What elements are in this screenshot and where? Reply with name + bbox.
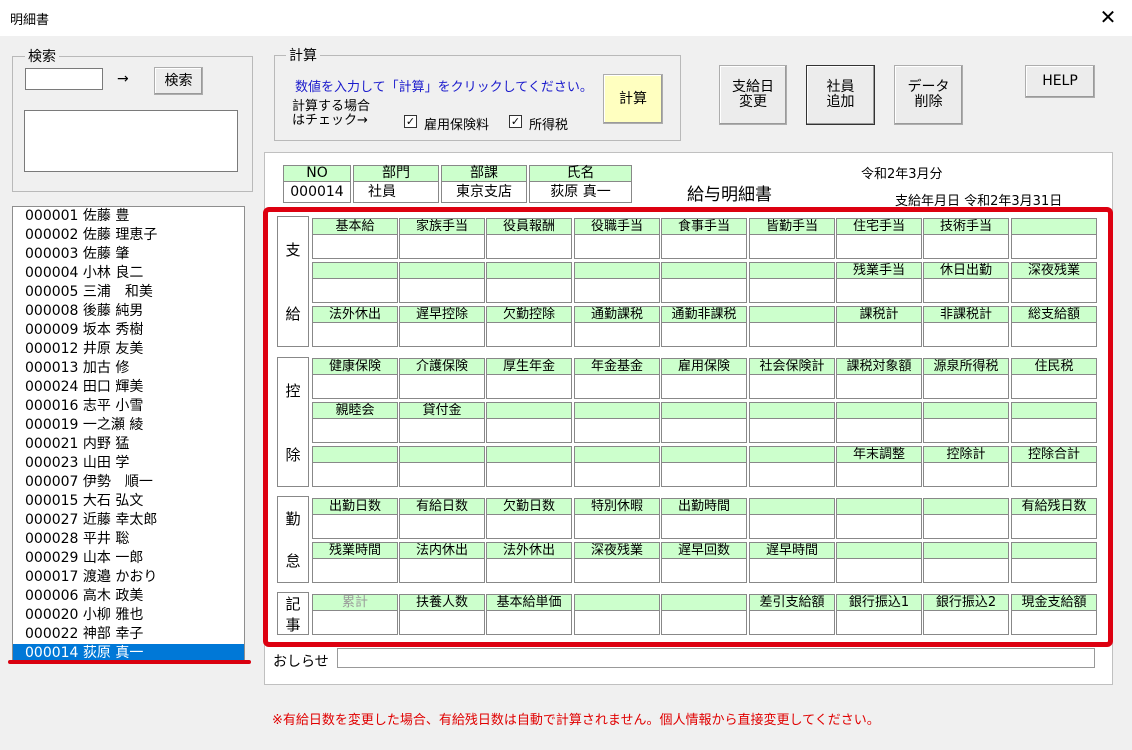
title-bar — [0, 0, 1132, 36]
employee-list-item[interactable]: 000009 坂本 秀樹 — [13, 321, 244, 340]
employee-list-item[interactable]: 000006 高木 政美 — [13, 587, 244, 606]
search-group-legend: 検索 — [25, 46, 59, 66]
header-name-value[interactable]: 荻原 真一 — [530, 182, 631, 202]
slip-title: 給与明細書 — [687, 185, 772, 205]
employee-list-item[interactable]: 000024 田口 輝美 — [13, 378, 244, 397]
employee-list-item[interactable]: 000003 佐藤 肇 — [13, 245, 244, 264]
header-section-label: 部課 — [442, 166, 526, 182]
employee-list[interactable]: 000001 佐藤 豊 000002 佐藤 理恵子 000003 佐藤 肇 00000… — [12, 206, 245, 663]
notice-label: おしらせ — [273, 654, 329, 670]
calc-check-note-line2: はチェック→ — [292, 113, 368, 128]
header-dept: 部門 社員 — [353, 165, 439, 203]
employee-list-item[interactable]: 000005 三浦 和美 — [13, 283, 244, 302]
employee-list-item[interactable]: 000007 伊勢 順一 — [13, 473, 244, 492]
employee-list-item[interactable]: 000015 大石 弘文 — [13, 492, 244, 511]
highlight-box — [263, 207, 1113, 647]
arrow-right-icon: → — [117, 71, 129, 87]
header-section-value[interactable]: 東京支店 — [442, 182, 526, 202]
employee-list-item[interactable]: 000002 佐藤 理恵子 — [13, 226, 244, 245]
warning-text: ※有給日数を変更した場合、有給残日数は自動で計算されません。個人情報から直接変更… — [272, 713, 880, 728]
income-tax-checkbox[interactable]: ✓ — [509, 115, 522, 128]
header-no-label: NO — [284, 166, 350, 182]
employee-list-item[interactable]: 000019 一之瀬 綾 — [13, 416, 244, 435]
header-dept-value[interactable]: 社員 — [354, 182, 438, 202]
notice-field[interactable] — [337, 648, 1095, 668]
calc-check-note: 計算する場合 はチェック→ — [292, 100, 370, 128]
calc-check-note-line1: 計算する場合 — [292, 99, 371, 114]
add-employee-button[interactable]: 社員 追加 — [806, 65, 875, 125]
slip-month: 令和2年3月分 — [861, 167, 943, 182]
employee-list-item[interactable]: 000013 加古 修 — [13, 359, 244, 378]
employee-list-item[interactable]: 000027 近藤 幸太郎 — [13, 511, 244, 530]
header-name: 氏名 荻原 真一 — [529, 165, 632, 203]
employee-list-item[interactable]: 000028 平井 聡 — [13, 530, 244, 549]
header-name-label: 氏名 — [530, 166, 631, 182]
header-no: NO 000014 — [283, 165, 351, 203]
calc-button[interactable]: 計算 — [603, 74, 663, 124]
change-payday-button[interactable]: 支給日 変更 — [719, 65, 787, 125]
employee-list-item[interactable]: 000008 後藤 純男 — [13, 302, 244, 321]
employee-list-item[interactable]: 000016 志平 小雪 — [13, 397, 244, 416]
employee-list-item[interactable]: 000012 井原 友美 — [13, 340, 244, 359]
header-no-value[interactable]: 000014 — [284, 182, 350, 202]
employment-insurance-label: 雇用保険料 — [424, 118, 490, 133]
employee-list-item[interactable]: 000020 小柳 雅也 — [13, 606, 244, 625]
employee-list-item[interactable]: 000029 山本 一郎 — [13, 549, 244, 568]
calc-group-legend: 計算 — [286, 45, 320, 65]
help-button[interactable]: HELP — [1025, 65, 1095, 98]
header-section: 部課 東京支店 — [441, 165, 527, 203]
employee-list-item[interactable]: 000004 小林 良二 — [13, 264, 244, 283]
employee-list-item[interactable]: 000021 内野 猛 — [13, 435, 244, 454]
employee-list-item[interactable]: 000022 神部 幸子 — [13, 625, 244, 644]
header-dept-label: 部門 — [354, 166, 438, 182]
employee-list-item[interactable]: 000017 渡邉 かおり — [13, 568, 244, 587]
delete-data-button[interactable]: データ 削除 — [894, 65, 963, 125]
window-title: 明細書 — [10, 13, 50, 28]
search-button[interactable]: 検索 — [154, 67, 203, 95]
search-results-box[interactable] — [24, 110, 238, 172]
calc-instruction: 数値を入力して「計算」をクリックしてください。 — [295, 80, 593, 95]
income-tax-label: 所得税 — [529, 118, 569, 133]
employment-insurance-checkbox[interactable]: ✓ — [404, 115, 417, 128]
close-icon[interactable]: ✕ — [1096, 4, 1120, 30]
employee-list-item[interactable]: 000001 佐藤 豊 — [13, 207, 244, 226]
employee-list-item[interactable]: 000023 山田 学 — [13, 454, 244, 473]
search-input[interactable] — [25, 68, 103, 90]
selection-underline — [8, 660, 251, 664]
